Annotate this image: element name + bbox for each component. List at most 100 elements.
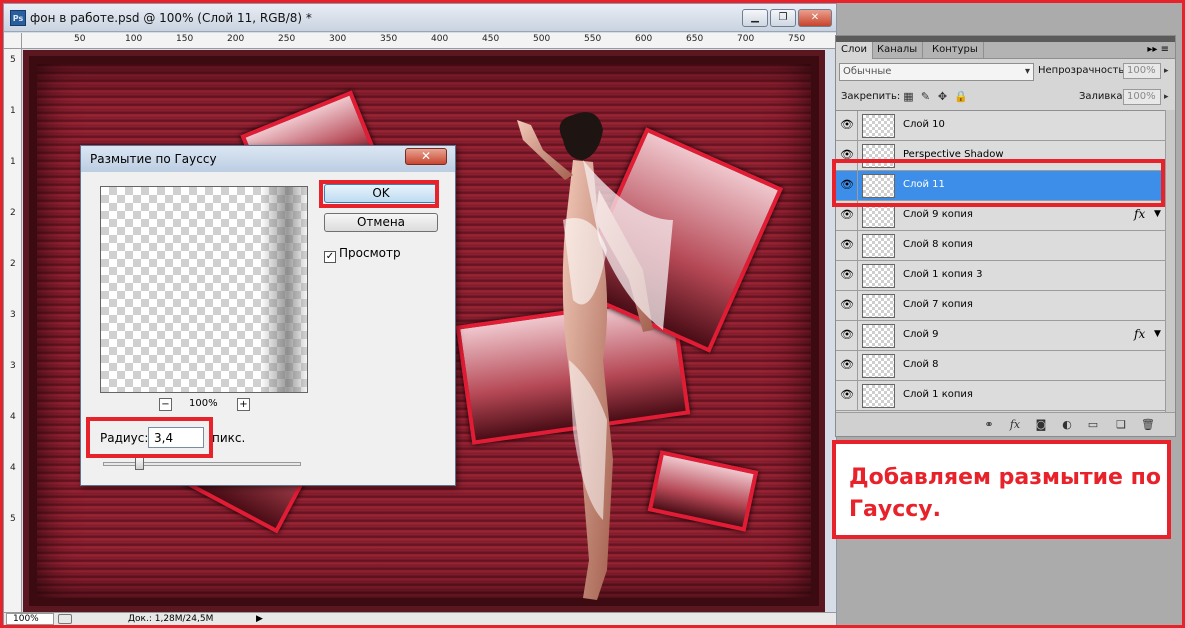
dialog-titlebar[interactable]: Размытие по Гауссу ✕ — [81, 146, 455, 172]
layer-effects-fx-icon[interactable]: fx — [1134, 207, 1145, 221]
status-options-icon[interactable] — [58, 614, 72, 624]
layers-panel: Слои Каналы Контуры ▸▸ ≡ Обычные ▾ Непро… — [835, 35, 1176, 437]
maximize-button[interactable]: ❐ — [770, 9, 796, 27]
ok-button[interactable]: OK — [324, 184, 438, 203]
layer-effects-fx-icon[interactable]: fx — [1134, 327, 1145, 341]
document-titlebar[interactable]: Ps фон в работе.psd @ 100% (Слой 11, RGB… — [4, 4, 836, 32]
radius-input[interactable] — [148, 427, 204, 448]
visibility-eye-icon[interactable]: 👁 — [840, 389, 854, 401]
visibility-eye-icon[interactable]: 👁 — [840, 179, 854, 191]
layer-style-fx-icon[interactable]: fx — [1008, 418, 1022, 431]
layer-row[interactable]: 👁 Слой 9 fx ▼ — [836, 321, 1165, 351]
effects-expand-icon[interactable]: ▼ — [1154, 209, 1161, 219]
visibility-eye-icon[interactable]: 👁 — [840, 239, 854, 251]
ruler-tick-label: 50 — [74, 34, 86, 44]
layer-row[interactable]: 👁 Слой 11 — [836, 171, 1165, 201]
link-layers-icon[interactable]: ⚭ — [982, 418, 996, 431]
fill-field[interactable]: 100% — [1123, 89, 1161, 105]
zoom-level-field[interactable]: 100% — [6, 613, 54, 625]
ruler-tick-label: 100 — [125, 34, 143, 44]
layer-row[interactable]: 👁 Слой 10 — [836, 111, 1165, 141]
tab-channels[interactable]: Каналы — [872, 42, 924, 59]
delete-layer-icon[interactable]: 🗑 — [1141, 418, 1155, 431]
dialog-title: Размытие по Гауссу — [90, 152, 217, 166]
adjustment-layer-icon[interactable]: ◐ — [1060, 418, 1074, 431]
ruler-tick-label: 200 — [227, 34, 245, 44]
ruler-tick-label: 150 — [176, 34, 194, 44]
layer-thumbnail[interactable] — [862, 114, 895, 138]
ruler-tick-label: 400 — [431, 34, 449, 44]
tab-layers[interactable]: Слои — [836, 42, 873, 59]
visibility-eye-icon[interactable]: 👁 — [840, 299, 854, 311]
visibility-eye-icon[interactable]: 👁 — [840, 209, 854, 221]
layer-thumbnail[interactable] — [862, 324, 895, 348]
lock-pixels-icon[interactable]: ✎ — [919, 91, 932, 103]
lock-transparent-icon[interactable]: ▦ — [902, 91, 915, 103]
preview-checkbox[interactable]: ✓ — [324, 251, 336, 263]
layer-thumbnail[interactable] — [862, 294, 895, 318]
close-button[interactable]: ✕ — [798, 9, 832, 27]
radius-slider-thumb[interactable] — [135, 457, 144, 470]
layer-name: Слой 8 копия — [903, 239, 973, 250]
layer-thumbnail[interactable] — [862, 234, 895, 258]
blur-preview[interactable] — [100, 186, 308, 393]
row-divider — [857, 171, 858, 201]
opacity-arrow-icon[interactable]: ▸ — [1164, 66, 1169, 76]
preview-checkbox-row[interactable]: ✓ Просмотр — [324, 246, 401, 263]
layer-name: Слой 9 — [903, 329, 939, 340]
new-group-icon[interactable]: ▭ — [1086, 418, 1100, 431]
document-size-info: Док.: 1,28M/24,5M — [128, 614, 214, 624]
layer-row[interactable]: 👁 Слой 8 — [836, 351, 1165, 381]
ruler-tick-label: 350 — [380, 34, 398, 44]
radius-slider-track[interactable] — [103, 462, 301, 466]
visibility-eye-icon[interactable]: 👁 — [840, 359, 854, 371]
layer-row[interactable]: 👁 Слой 9 копия fx ▼ — [836, 201, 1165, 231]
row-divider — [857, 291, 858, 321]
status-menu-arrow[interactable]: ▶ — [256, 613, 263, 625]
layer-row[interactable]: 👁 Слой 7 копия — [836, 291, 1165, 321]
radius-label: Радиус: — [100, 431, 149, 445]
visibility-eye-icon[interactable]: 👁 — [840, 119, 854, 131]
ruler-corner[interactable] — [4, 33, 22, 49]
tab-paths[interactable]: Контуры — [927, 42, 984, 59]
visibility-eye-icon[interactable]: 👁 — [840, 149, 854, 161]
layer-row[interactable]: 👁 Perspective Shadow — [836, 141, 1165, 171]
ruler-tick-label: 500 — [533, 34, 551, 44]
zoom-out-button[interactable]: − — [159, 398, 172, 411]
layer-thumbnail[interactable] — [862, 204, 895, 228]
lock-position-icon[interactable]: ✥ — [936, 91, 949, 103]
effects-expand-icon[interactable]: ▼ — [1154, 329, 1161, 339]
blend-mode-value: Обычные — [843, 66, 892, 77]
dialog-close-button[interactable]: ✕ — [405, 148, 447, 165]
add-mask-icon[interactable]: ◙ — [1034, 418, 1048, 431]
row-divider — [857, 261, 858, 291]
opacity-field[interactable]: 100% — [1123, 63, 1161, 79]
ruler-tick-label: 450 — [482, 34, 500, 44]
row-divider — [857, 141, 858, 171]
visibility-eye-icon[interactable]: 👁 — [840, 269, 854, 281]
visibility-eye-icon[interactable]: 👁 — [840, 329, 854, 341]
ruler-tick-label: 4 — [10, 412, 16, 422]
ruler-tick-label: 250 — [278, 34, 296, 44]
layer-thumbnail[interactable] — [862, 174, 895, 198]
gaussian-blur-dialog: Размытие по Гауссу ✕ − 100% + OK Отмена … — [80, 145, 456, 486]
layer-thumbnail[interactable] — [862, 144, 895, 168]
zoom-in-button[interactable]: + — [237, 398, 250, 411]
new-layer-icon[interactable]: ❏ — [1114, 418, 1128, 431]
panel-menu-icon[interactable]: ▸▸ ≡ — [1147, 42, 1169, 58]
lock-all-icon[interactable]: 🔒 — [954, 91, 968, 103]
layer-thumbnail[interactable] — [862, 384, 895, 408]
layer-thumbnail[interactable] — [862, 354, 895, 378]
blend-mode-select[interactable]: Обычные ▾ — [839, 63, 1034, 81]
minimize-button[interactable]: ▁ — [742, 9, 768, 27]
cancel-button[interactable]: Отмена — [324, 213, 438, 232]
ruler-vertical[interactable]: 5 1 1 2 2 3 3 4 4 5 — [4, 49, 22, 612]
ruler-horizontal[interactable]: 50 100 150 200 250 300 350 400 450 500 550 600 650 70… — [22, 33, 836, 49]
ruler-tick-label: 3 — [10, 310, 16, 320]
layers-scrollbar[interactable] — [1165, 110, 1175, 412]
layer-row[interactable]: 👁 Слой 1 копия 3 — [836, 261, 1165, 291]
layer-row[interactable]: 👁 Слой 1 копия — [836, 381, 1165, 411]
layer-row[interactable]: 👁 Слой 8 копия — [836, 231, 1165, 261]
layer-thumbnail[interactable] — [862, 264, 895, 288]
fill-arrow-icon[interactable]: ▸ — [1164, 92, 1169, 102]
